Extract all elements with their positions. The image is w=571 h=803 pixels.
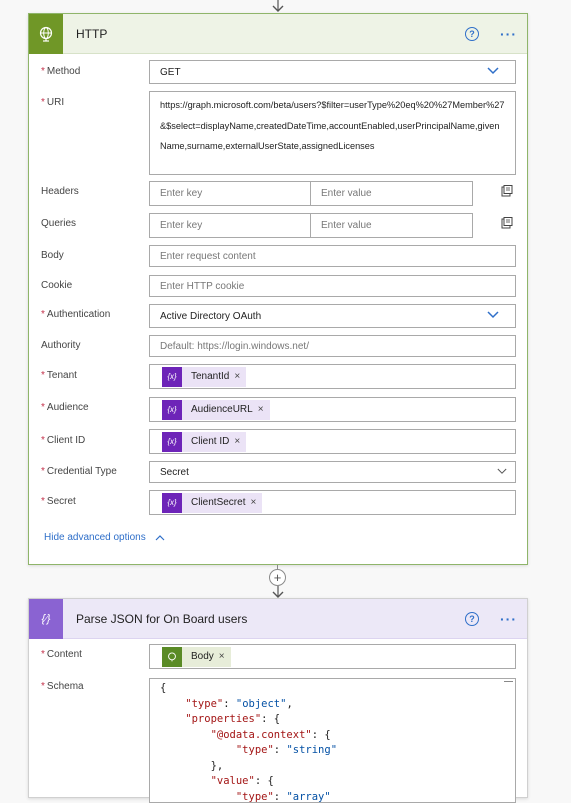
method-dropdown[interactable]: GET: [149, 60, 516, 84]
http-action-card: HTTP ? ··· * Method GET * URI https://grap…: [28, 13, 528, 565]
switch-to-text-mode-icon[interactable]: [501, 185, 513, 197]
client-id-token[interactable]: {x} Client ID ×: [162, 431, 247, 452]
switch-to-text-mode-icon[interactable]: [501, 217, 513, 229]
audience-token[interactable]: {x} AudienceURL ×: [162, 399, 270, 420]
header-key-input[interactable]: Enter key: [149, 181, 311, 206]
remove-token-icon[interactable]: ×: [219, 651, 225, 662]
queries-label: Queries: [41, 218, 77, 229]
globe-icon: [29, 13, 63, 54]
variable-icon: {x}: [162, 431, 182, 452]
secret-field[interactable]: {x} ClientSecret ×: [149, 490, 516, 515]
body-token[interactable]: Body ×: [162, 646, 231, 667]
header-value-input[interactable]: Enter value: [311, 181, 473, 206]
tenant-label: * Tenant: [41, 370, 77, 381]
more-options-icon[interactable]: ···: [500, 26, 517, 42]
variable-icon: {x}: [162, 366, 182, 387]
variable-icon: {x}: [162, 492, 182, 513]
parse-json-action-card: {∕} Parse JSON for On Board users ? ··· …: [28, 598, 528, 803]
remove-token-icon[interactable]: ×: [258, 404, 264, 415]
uri-field[interactable]: https://graph.microsoft.com/beta/users?$…: [149, 91, 516, 175]
content-label: * Content: [41, 649, 82, 660]
chevron-down-icon: [487, 311, 499, 319]
authentication-dropdown[interactable]: Active Directory OAuth: [149, 304, 516, 328]
help-icon[interactable]: ?: [465, 27, 479, 41]
tenant-field[interactable]: {x} TenantId ×: [149, 364, 516, 389]
chevron-down-icon: [497, 468, 507, 474]
credential-type-dropdown[interactable]: Secret: [149, 461, 516, 483]
headers-row: Enter key Enter value: [149, 181, 473, 206]
authentication-label: * Authentication: [41, 309, 111, 320]
remove-token-icon[interactable]: ×: [234, 371, 240, 382]
headers-label: Headers: [41, 186, 79, 197]
editor-scrollbar[interactable]: [504, 681, 513, 685]
hide-advanced-options-link[interactable]: Hide advanced options: [44, 532, 165, 543]
connector-arrow-icon: [272, 0, 284, 12]
credential-type-label: * Credential Type: [41, 466, 117, 477]
secret-label: * Secret: [41, 496, 76, 507]
http-card-header[interactable]: HTTP ? ···: [29, 13, 527, 54]
add-step-button[interactable]: +: [269, 569, 286, 586]
method-label: * Method: [41, 66, 81, 77]
cookie-label: Cookie: [41, 280, 73, 291]
authority-input[interactable]: Default: https://login.windows.net/: [149, 335, 516, 357]
queries-row: Enter key Enter value: [149, 213, 473, 238]
schema-label: * Schema: [41, 681, 84, 692]
audience-field[interactable]: {x} AudienceURL ×: [149, 397, 516, 422]
content-field[interactable]: Body ×: [149, 644, 516, 669]
schema-editor[interactable]: { "type": "object", "properties": { "@od…: [149, 678, 516, 803]
parse-json-icon: {∕}: [29, 598, 63, 639]
more-options-icon[interactable]: ···: [500, 611, 517, 627]
query-value-input[interactable]: Enter value: [311, 213, 473, 238]
chevron-down-icon: [487, 67, 499, 75]
secret-token[interactable]: {x} ClientSecret ×: [162, 492, 263, 513]
audience-label: * Audience: [41, 402, 89, 413]
chevron-up-icon: [155, 534, 165, 540]
variable-icon: {x}: [162, 399, 182, 420]
remove-token-icon[interactable]: ×: [234, 436, 240, 447]
help-icon[interactable]: ?: [465, 612, 479, 626]
http-card-title: HTTP: [76, 26, 108, 41]
client-id-field[interactable]: {x} Client ID ×: [149, 429, 516, 454]
body-input[interactable]: Enter request content: [149, 245, 516, 267]
cookie-input[interactable]: Enter HTTP cookie: [149, 275, 516, 297]
body-label: Body: [41, 250, 64, 261]
authority-label: Authority: [41, 340, 81, 351]
remove-token-icon[interactable]: ×: [250, 497, 256, 508]
client-id-label: * Client ID: [41, 435, 86, 446]
parse-card-header[interactable]: {∕} Parse JSON for On Board users ? ···: [29, 598, 527, 639]
query-key-input[interactable]: Enter key: [149, 213, 311, 238]
uri-label: * URI: [41, 97, 65, 108]
parse-card-title: Parse JSON for On Board users: [76, 611, 248, 626]
tenant-token[interactable]: {x} TenantId ×: [162, 366, 247, 387]
globe-icon: [162, 646, 182, 667]
